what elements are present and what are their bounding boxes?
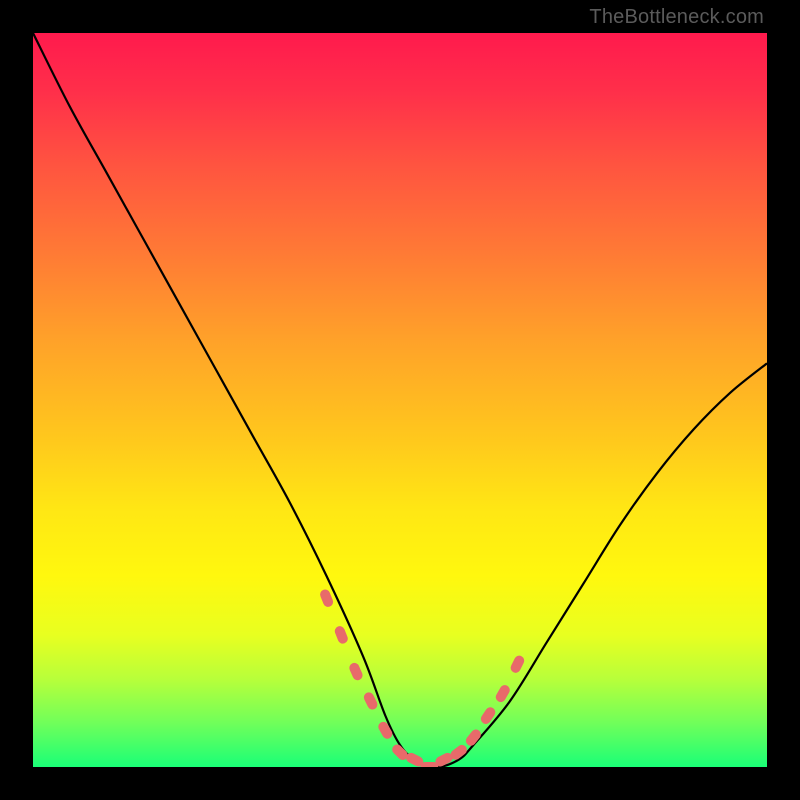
marker-point <box>509 654 526 675</box>
marker-point <box>333 625 349 645</box>
attribution-label: TheBottleneck.com <box>589 6 764 29</box>
bottleneck-curve <box>33 33 767 767</box>
plot-area <box>33 33 767 767</box>
marker-point <box>319 588 335 608</box>
chart-frame: TheBottleneck.com <box>0 0 800 800</box>
curve-layer <box>33 33 767 767</box>
marker-point <box>348 661 364 682</box>
highlighted-points <box>319 588 526 767</box>
marker-point <box>479 705 497 726</box>
